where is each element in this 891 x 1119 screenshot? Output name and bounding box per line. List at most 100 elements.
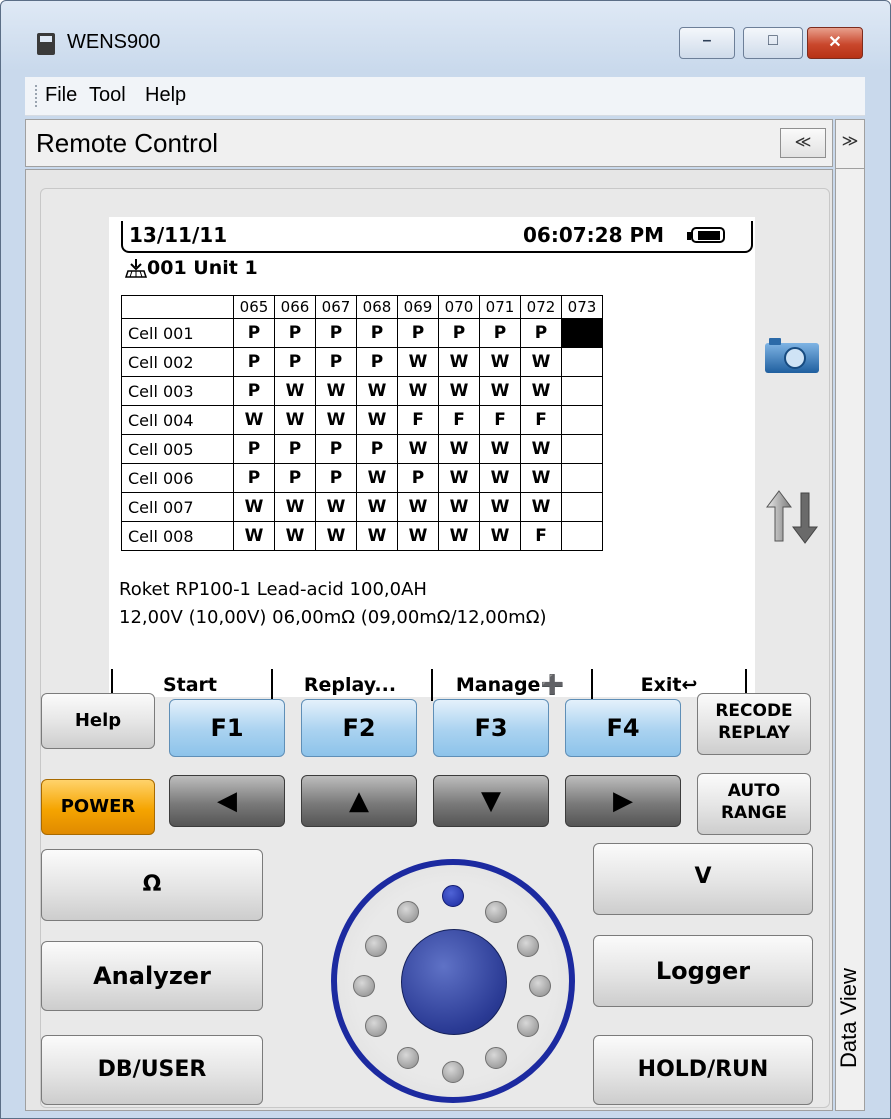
status-bar: 13/11/11 06:07:28 PM bbox=[121, 221, 753, 253]
wheel-dot bbox=[517, 1015, 539, 1037]
wheel-dot bbox=[397, 901, 419, 923]
softkey-bar: Start Replay... Manage➕ Exit↩ bbox=[109, 669, 755, 701]
status-cell: W bbox=[356, 521, 398, 551]
status-cell: F bbox=[397, 405, 439, 435]
hold-run-button[interactable]: HOLD/RUN bbox=[593, 1035, 813, 1105]
recode-label: RECODE bbox=[715, 701, 793, 721]
down-arrow-icon: ▼ bbox=[481, 786, 501, 816]
status-cell: W bbox=[520, 463, 562, 493]
up-arrow-icon: ▲ bbox=[349, 786, 369, 816]
up-arrow-button[interactable]: ▲ bbox=[301, 775, 417, 827]
maximize-icon: □ bbox=[768, 32, 778, 49]
db-user-button[interactable]: DB/USER bbox=[41, 1035, 263, 1105]
status-cell: W bbox=[315, 405, 357, 435]
status-cell: P bbox=[233, 318, 275, 348]
status-cell: W bbox=[356, 463, 398, 493]
status-cell: W bbox=[438, 347, 480, 377]
menu-file[interactable]: File bbox=[45, 84, 77, 107]
range-label: RANGE bbox=[720, 803, 788, 823]
camera-icon[interactable] bbox=[763, 335, 821, 375]
device-panel: 13/11/11 06:07:28 PM 001 Unit 1 065 066 06… bbox=[40, 188, 830, 1108]
maximize-button[interactable]: □ bbox=[743, 27, 803, 59]
status-cell bbox=[561, 492, 603, 522]
softkey-manage[interactable]: Manage➕ bbox=[431, 669, 587, 701]
close-button[interactable]: ✕ bbox=[807, 27, 863, 59]
wheel-dot bbox=[365, 935, 387, 957]
jog-wheel-center-button[interactable] bbox=[401, 929, 507, 1035]
battery-info-line: Roket RP100-1 Lead-acid 100,0AH bbox=[119, 579, 427, 600]
status-cell bbox=[561, 521, 603, 551]
status-cell: P bbox=[233, 463, 275, 493]
menu-help[interactable]: Help bbox=[145, 84, 186, 107]
up-down-arrows-icon[interactable] bbox=[765, 489, 821, 545]
auto-range-button[interactable]: AUTO RANGE bbox=[697, 773, 811, 835]
status-cell: W bbox=[479, 521, 521, 551]
cell-row-label: Cell 005 bbox=[121, 434, 234, 464]
right-arrow-button[interactable]: ▶ bbox=[565, 775, 681, 827]
jog-wheel[interactable] bbox=[331, 859, 575, 1103]
app-icon bbox=[37, 33, 55, 55]
analyzer-button[interactable]: Analyzer bbox=[41, 941, 263, 1011]
minimize-icon: – bbox=[702, 32, 712, 49]
title-bar[interactable]: WENS900 – □ ✕ bbox=[1, 1, 890, 75]
wheel-position-indicator bbox=[442, 885, 464, 907]
close-icon: ✕ bbox=[828, 34, 842, 51]
status-cell: W bbox=[479, 434, 521, 464]
help-button[interactable]: Help bbox=[41, 693, 155, 749]
data-view-tab[interactable]: Data View bbox=[836, 958, 862, 1068]
f2-button[interactable]: F2 bbox=[301, 699, 417, 757]
cursor-cell bbox=[561, 318, 603, 348]
status-cell bbox=[561, 376, 603, 406]
status-cell bbox=[561, 434, 603, 464]
status-cell: W bbox=[397, 347, 439, 377]
expand-panel-button[interactable]: ≫ bbox=[836, 120, 864, 169]
status-cell: W bbox=[356, 376, 398, 406]
f4-button[interactable]: F4 bbox=[565, 699, 681, 757]
wheel-dot bbox=[365, 1015, 387, 1037]
device-screen: 13/11/11 06:07:28 PM 001 Unit 1 065 066 06… bbox=[109, 217, 755, 701]
column-header: 070 bbox=[438, 295, 480, 319]
status-cell: P bbox=[233, 376, 275, 406]
recode-replay-button[interactable]: RECODE REPLAY bbox=[697, 693, 811, 755]
remote-control-title: Remote Control bbox=[36, 128, 219, 158]
wheel-dot bbox=[517, 935, 539, 957]
menu-tool[interactable]: Tool bbox=[89, 84, 126, 107]
softkey-replay[interactable]: Replay... bbox=[271, 669, 427, 701]
status-cell: W bbox=[520, 434, 562, 464]
status-cell: W bbox=[233, 521, 275, 551]
status-cell: W bbox=[479, 492, 521, 522]
status-cell: P bbox=[356, 434, 398, 464]
column-header: 068 bbox=[356, 295, 398, 319]
cell-row-label: Cell 002 bbox=[121, 347, 234, 377]
status-cell: W bbox=[274, 405, 316, 435]
left-arrow-button[interactable]: ◀ bbox=[169, 775, 285, 827]
status-cell: P bbox=[438, 318, 480, 348]
status-cell: W bbox=[438, 376, 480, 406]
minimize-button[interactable]: – bbox=[679, 27, 735, 59]
data-view-panel[interactable]: ≫ Data View bbox=[835, 119, 865, 1111]
table-header-row: 065 066 067 068 069 070 071 072 073 bbox=[121, 295, 603, 319]
status-cell: W bbox=[315, 492, 357, 522]
unit-network-icon bbox=[125, 259, 147, 278]
status-cell: W bbox=[315, 521, 357, 551]
power-button[interactable]: POWER bbox=[41, 779, 155, 835]
column-header: 066 bbox=[274, 295, 316, 319]
voltage-button[interactable]: V bbox=[593, 843, 813, 915]
column-header: 071 bbox=[479, 295, 521, 319]
status-cell: W bbox=[479, 376, 521, 406]
collapse-panel-button[interactable]: ≪ bbox=[780, 128, 826, 158]
down-arrow-button[interactable]: ▼ bbox=[433, 775, 549, 827]
ohm-button[interactable]: Ω bbox=[41, 849, 263, 921]
wheel-dot bbox=[442, 1061, 464, 1083]
f1-button[interactable]: F1 bbox=[169, 699, 285, 757]
column-header: 069 bbox=[397, 295, 439, 319]
f3-button[interactable]: F3 bbox=[433, 699, 549, 757]
status-cell: P bbox=[315, 463, 357, 493]
right-arrow-icon: ▶ bbox=[613, 786, 633, 816]
wheel-dot bbox=[529, 975, 551, 997]
status-cell bbox=[561, 347, 603, 377]
logger-button[interactable]: Logger bbox=[593, 935, 813, 1007]
table-row: Cell 006 P P P W P W W W bbox=[121, 463, 603, 493]
status-cell: P bbox=[397, 463, 439, 493]
status-cell: P bbox=[397, 318, 439, 348]
